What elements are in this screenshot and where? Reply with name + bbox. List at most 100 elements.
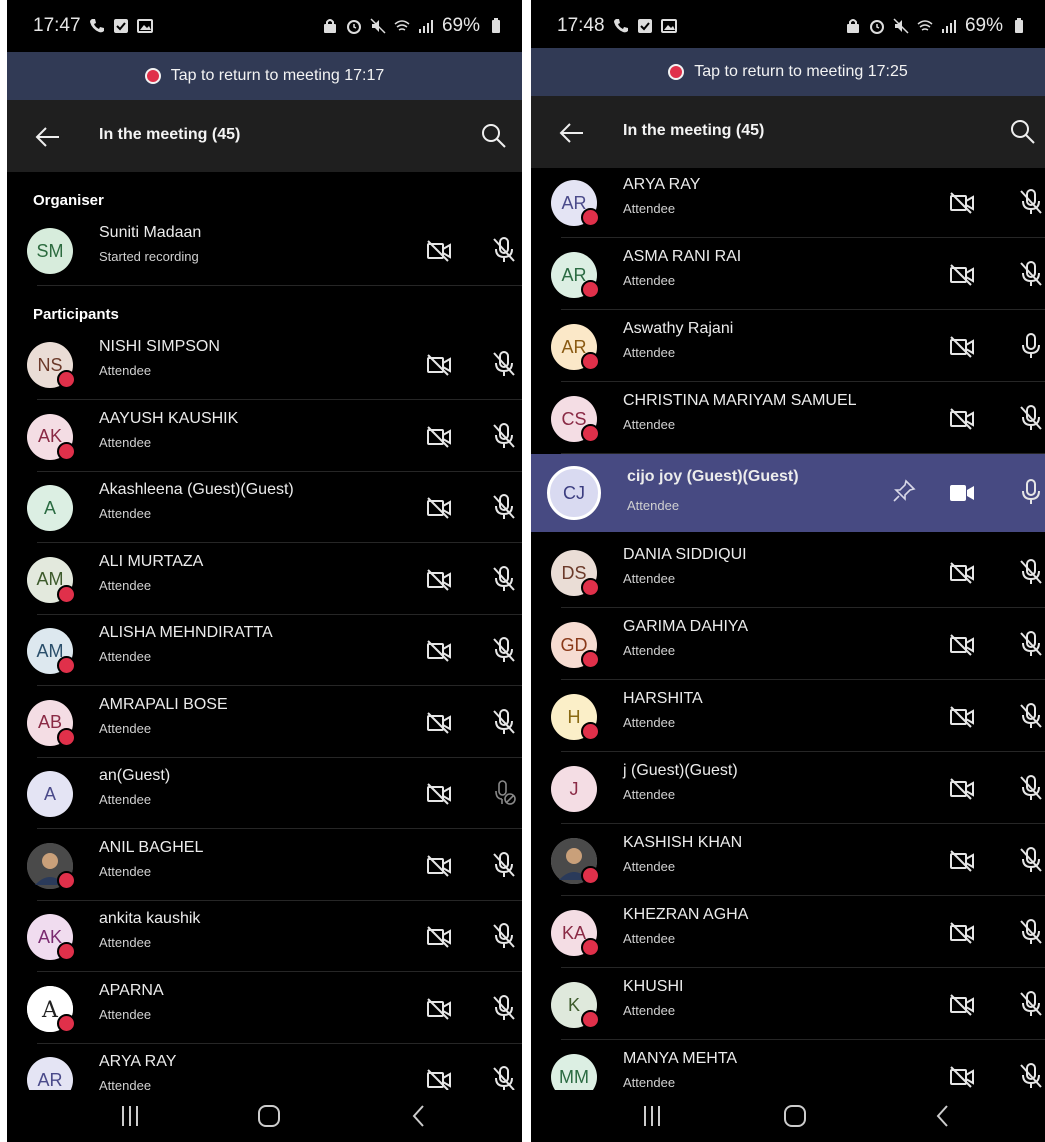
mic-muted-icon[interactable]	[1018, 558, 1044, 586]
video-off-icon[interactable]	[425, 495, 453, 521]
mic-muted-icon[interactable]	[491, 565, 517, 593]
participant-name: KHUSHI	[623, 978, 684, 995]
participant-row[interactable]: AM ALI MURTAZA Attendee	[7, 543, 522, 615]
video-off-icon[interactable]	[948, 632, 976, 658]
video-off-icon[interactable]	[425, 638, 453, 664]
recent-apps-icon[interactable]	[642, 1104, 662, 1128]
mic-muted-icon[interactable]	[1018, 990, 1044, 1018]
video-off-icon[interactable]	[948, 1064, 976, 1090]
participant-row[interactable]: AR ASMA RANI RAI Attendee	[531, 238, 1045, 310]
participant-name: an(Guest)	[99, 767, 171, 784]
video-off-icon[interactable]	[425, 567, 453, 593]
presence-dot	[581, 938, 600, 957]
back-nav-icon[interactable]	[411, 1104, 427, 1128]
mic-muted-icon[interactable]	[491, 493, 517, 521]
mic-muted-icon[interactable]	[491, 350, 517, 378]
mic-muted-icon[interactable]	[1018, 702, 1044, 730]
home-icon[interactable]	[257, 1104, 281, 1128]
return-to-meeting-banner[interactable]: Tap to return to meeting 17:25	[531, 48, 1045, 96]
participant-row[interactable]: AR ARYA RAY Attendee	[7, 1043, 522, 1090]
checkbox-icon	[637, 19, 652, 33]
mic-muted-icon[interactable]	[491, 922, 517, 950]
mic-muted-icon[interactable]	[491, 636, 517, 664]
battery-icon	[1015, 18, 1023, 33]
mic-muted-icon[interactable]	[491, 422, 517, 450]
svg-text:A: A	[41, 998, 59, 1023]
video-off-icon[interactable]	[425, 996, 453, 1022]
participant-row[interactable]: CS CHRISTINA MARIYAM SAMUEL Attendee	[531, 382, 1045, 454]
mic-muted-icon[interactable]	[1018, 188, 1044, 216]
participant-row[interactable]: CJ cijo joy (Guest)(Guest) Attendee	[531, 454, 1045, 532]
image-icon	[136, 19, 153, 33]
video-off-icon[interactable]	[425, 1067, 453, 1090]
participant-row[interactable]: K KHUSHI Attendee	[531, 968, 1045, 1040]
mic-muted-icon[interactable]	[491, 1065, 517, 1090]
mic-muted-icon[interactable]	[491, 851, 517, 879]
video-off-icon[interactable]	[948, 334, 976, 360]
back-arrow-icon[interactable]	[557, 118, 587, 148]
video-off-icon[interactable]	[425, 924, 453, 950]
participant-list[interactable]: AR ARYA RAY Attendee AR ASMA RANI RAI Attende…	[531, 166, 1045, 1090]
back-arrow-icon[interactable]	[33, 122, 63, 152]
mic-muted-icon[interactable]	[491, 236, 517, 264]
mic-on-icon[interactable]	[1018, 478, 1044, 506]
video-off-icon[interactable]	[948, 704, 976, 730]
participant-row[interactable]: AM ALISHA MEHNDIRATTA Attendee	[7, 614, 522, 686]
participant-row[interactable]: AK ankita kaushik Attendee	[7, 900, 522, 972]
participant-row[interactable]: AR ARYA RAY Attendee	[531, 166, 1045, 238]
participant-row[interactable]: Jj (Guest)(Guest) Attendee	[531, 752, 1045, 824]
video-off-icon[interactable]	[425, 424, 453, 450]
video-off-icon[interactable]	[948, 920, 976, 946]
avatar: GD	[551, 622, 600, 669]
recent-apps-icon[interactable]	[120, 1104, 140, 1128]
mic-muted-icon[interactable]	[1018, 1062, 1044, 1090]
pin-icon[interactable]	[891, 478, 917, 504]
back-nav-icon[interactable]	[935, 1104, 951, 1128]
mic-muted-icon[interactable]	[1018, 260, 1044, 288]
video-off-icon[interactable]	[425, 781, 453, 807]
participant-row[interactable]: H HARSHITA Attendee	[531, 680, 1045, 752]
video-off-icon[interactable]	[948, 190, 976, 216]
mic-muted-icon[interactable]	[1018, 918, 1044, 946]
participant-role: Attendee	[99, 792, 152, 807]
participant-row[interactable]: SM Suniti Madaan Started recording	[7, 214, 522, 286]
mic-on-icon[interactable]	[1018, 332, 1044, 360]
video-on-icon[interactable]	[948, 480, 976, 506]
participant-row[interactable]: AK AAYUSH KAUSHIK Attendee	[7, 400, 522, 472]
participant-row[interactable]: A APARNA Attendee	[7, 972, 522, 1044]
video-off-icon[interactable]	[948, 992, 976, 1018]
video-off-icon[interactable]	[948, 848, 976, 874]
mic-muted-icon[interactable]	[1018, 846, 1044, 874]
participant-row[interactable]: GD GARIMA DAHIYA Attendee	[531, 608, 1045, 680]
participant-list[interactable]: Organiser Participants SM Suniti Madaan St…	[7, 172, 522, 1090]
video-off-icon[interactable]	[948, 776, 976, 802]
video-off-icon[interactable]	[425, 352, 453, 378]
video-off-icon[interactable]	[425, 710, 453, 736]
participant-name: AMRAPALI BOSE	[99, 695, 228, 713]
participant-row[interactable]: NS NISHI SIMPSON Attendee	[7, 328, 522, 400]
presence-dot	[57, 1013, 76, 1033]
video-off-icon[interactable]	[948, 262, 976, 288]
mic-muted-icon[interactable]	[491, 708, 517, 736]
video-off-icon[interactable]	[425, 238, 453, 264]
mic-muted-icon[interactable]	[491, 994, 517, 1022]
video-off-icon[interactable]	[948, 560, 976, 586]
search-icon[interactable]	[1009, 118, 1037, 146]
mic-muted-icon[interactable]	[1018, 630, 1044, 658]
participant-row[interactable]: DS DANIA SIDDIQUI Attendee	[531, 536, 1045, 608]
home-icon[interactable]	[783, 1104, 807, 1128]
participant-row[interactable]: AB AMRAPALI BOSE Attendee	[7, 686, 522, 758]
video-off-icon[interactable]	[425, 853, 453, 879]
participant-row[interactable]: KASHISH KHAN Attendee	[531, 824, 1045, 896]
participant-row[interactable]: Aan(Guest) Attendee	[7, 757, 522, 829]
search-icon[interactable]	[480, 122, 508, 150]
participant-row[interactable]: AR Aswathy Rajani Attendee	[531, 310, 1045, 382]
return-to-meeting-banner[interactable]: Tap to return to meeting 17:17	[7, 52, 522, 100]
mic-muted-icon[interactable]	[1018, 774, 1044, 802]
mic-muted-icon[interactable]	[1018, 404, 1044, 432]
participant-row[interactable]: KA KHEZRAN AGHA Attendee	[531, 896, 1045, 968]
participant-row[interactable]: MM MANYA MEHTA Attendee	[531, 1040, 1045, 1090]
video-off-icon[interactable]	[948, 406, 976, 432]
participant-row[interactable]: ANIL BAGHEL Attendee	[7, 829, 522, 901]
participant-row[interactable]: A Akashleena (Guest)(Guest) Attendee	[7, 471, 522, 543]
